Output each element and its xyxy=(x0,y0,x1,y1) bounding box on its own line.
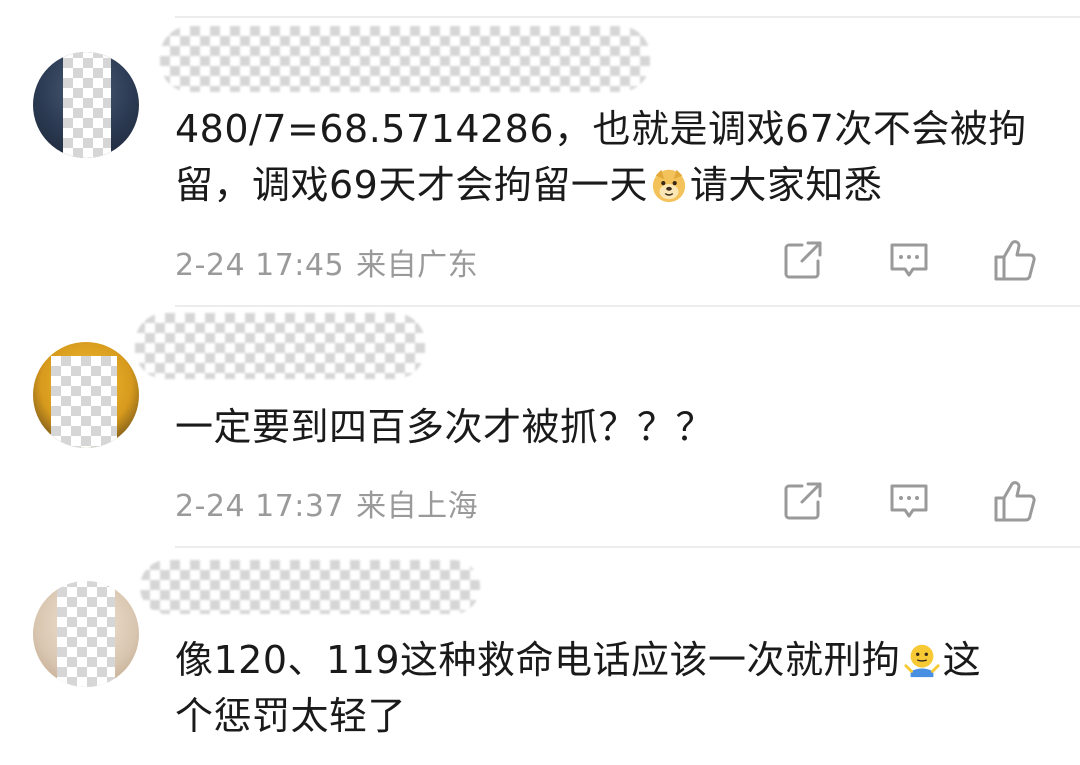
comment-text-line: 个惩罚太轻了 xyxy=(175,694,407,738)
comment-item: 480/7=68.5714286，也就是调戏67次不会被拘 留，调戏69天才会拘… xyxy=(0,0,1080,305)
username-redacted[interactable] xyxy=(140,560,480,614)
thumbs-up-icon xyxy=(994,481,1036,522)
comment-text-line: 一定要到四百多次才被抓？？？ xyxy=(175,405,715,449)
comment-item: 像120、119这种救命电话应该一次就刑拘这 个惩罚太轻了 xyxy=(0,546,1080,765)
doge-emoji-icon xyxy=(650,166,688,204)
comment-text-line: 480/7=68.5714286，也就是调戏67次不会被拘 xyxy=(175,107,1027,151)
avatar[interactable] xyxy=(33,581,139,687)
comment-location: 来自广东 xyxy=(356,248,479,283)
avatar[interactable] xyxy=(33,52,139,158)
avatar-privacy-mask xyxy=(51,356,117,448)
avatar-privacy-mask xyxy=(63,52,111,158)
avatar-privacy-mask xyxy=(57,581,115,687)
comment-text: 像120、119这种救命电话应该一次就刑拘这 个惩罚太轻了 xyxy=(175,632,1045,744)
comment-meta: 2-24 17:37 来自上海 xyxy=(175,481,478,525)
like-button[interactable] xyxy=(992,237,1038,283)
username-redacted[interactable] xyxy=(160,26,650,92)
comment-text: 一定要到四百多次才被抓？？？ xyxy=(175,399,1045,455)
avatar[interactable] xyxy=(33,342,139,448)
share-icon xyxy=(784,482,822,520)
reply-button[interactable] xyxy=(886,478,932,524)
reply-button[interactable] xyxy=(886,237,932,283)
comment-text-line: 像120、119这种救命电话应该一次就刑拘这 xyxy=(175,638,982,682)
comment-time: 2-24 17:37 xyxy=(175,489,345,524)
share-button[interactable] xyxy=(780,478,826,524)
comment-icon xyxy=(890,484,928,518)
comment-time: 2-24 17:45 xyxy=(175,248,345,283)
thumbs-up-icon xyxy=(994,240,1036,281)
like-button[interactable] xyxy=(992,478,1038,524)
comment-text: 480/7=68.5714286，也就是调戏67次不会被拘 留，调戏69天才会拘… xyxy=(175,101,1045,213)
shrug-emoji-icon xyxy=(903,641,941,679)
share-button[interactable] xyxy=(780,237,826,283)
share-icon xyxy=(784,241,822,279)
comment-icon xyxy=(890,243,928,277)
comment-text-line: 留，调戏69天才会拘留一天 请大家知悉 xyxy=(175,163,883,207)
comment-location: 来自上海 xyxy=(356,489,479,524)
comment-item: 一定要到四百多次才被抓？？？ 2-24 17:37 来自上海 xyxy=(0,305,1080,545)
comment-meta: 2-24 17:45 来自广东 xyxy=(175,240,478,284)
username-redacted[interactable] xyxy=(135,313,425,379)
